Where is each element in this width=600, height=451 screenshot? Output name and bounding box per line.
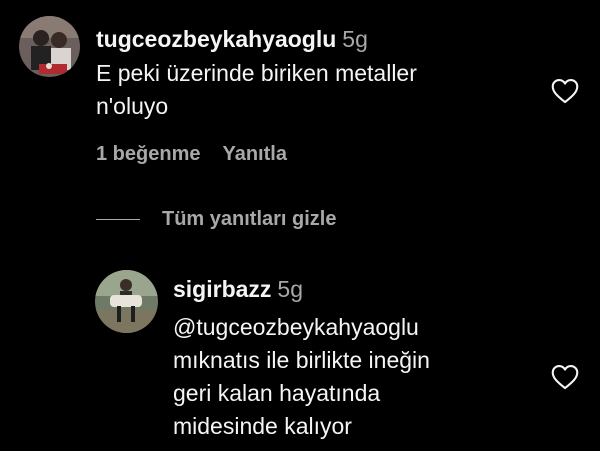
commenter-username[interactable]: tugceozbeykahyaoglu <box>96 26 336 52</box>
comment-like-button[interactable] <box>551 78 579 104</box>
reply-age: 5g <box>277 276 304 302</box>
reply-header: sigirbazz 5g <box>173 276 303 303</box>
comment-age: 5g <box>342 26 368 52</box>
profile-photo-icon <box>95 270 158 333</box>
hide-replies-toggle[interactable]: Tüm yanıtları gizle <box>96 208 336 231</box>
divider-line <box>96 219 140 220</box>
commenter-avatar[interactable] <box>19 16 80 77</box>
replier-avatar[interactable] <box>95 270 158 333</box>
profile-photo-icon <box>19 16 80 77</box>
comment-text: E peki üzerinde biriken metaller n'oluyo <box>96 60 417 119</box>
reply-text: @tugceozbeykahyaoglu mıknatıs ile birlik… <box>173 314 430 439</box>
reply-button[interactable]: Yanıtla <box>222 143 286 166</box>
heart-outline-icon <box>551 78 579 104</box>
heart-outline-icon <box>551 364 579 390</box>
likes-count[interactable]: 1 beğenme <box>96 143 200 166</box>
comment-actions: 1 beğenme Yanıtla <box>96 143 287 166</box>
replier-username[interactable]: sigirbazz <box>173 276 271 302</box>
reply-like-button[interactable] <box>551 364 579 390</box>
comment-header: tugceozbeykahyaoglu 5g <box>96 26 368 53</box>
hide-replies-label: Tüm yanıtları gizle <box>162 208 337 230</box>
